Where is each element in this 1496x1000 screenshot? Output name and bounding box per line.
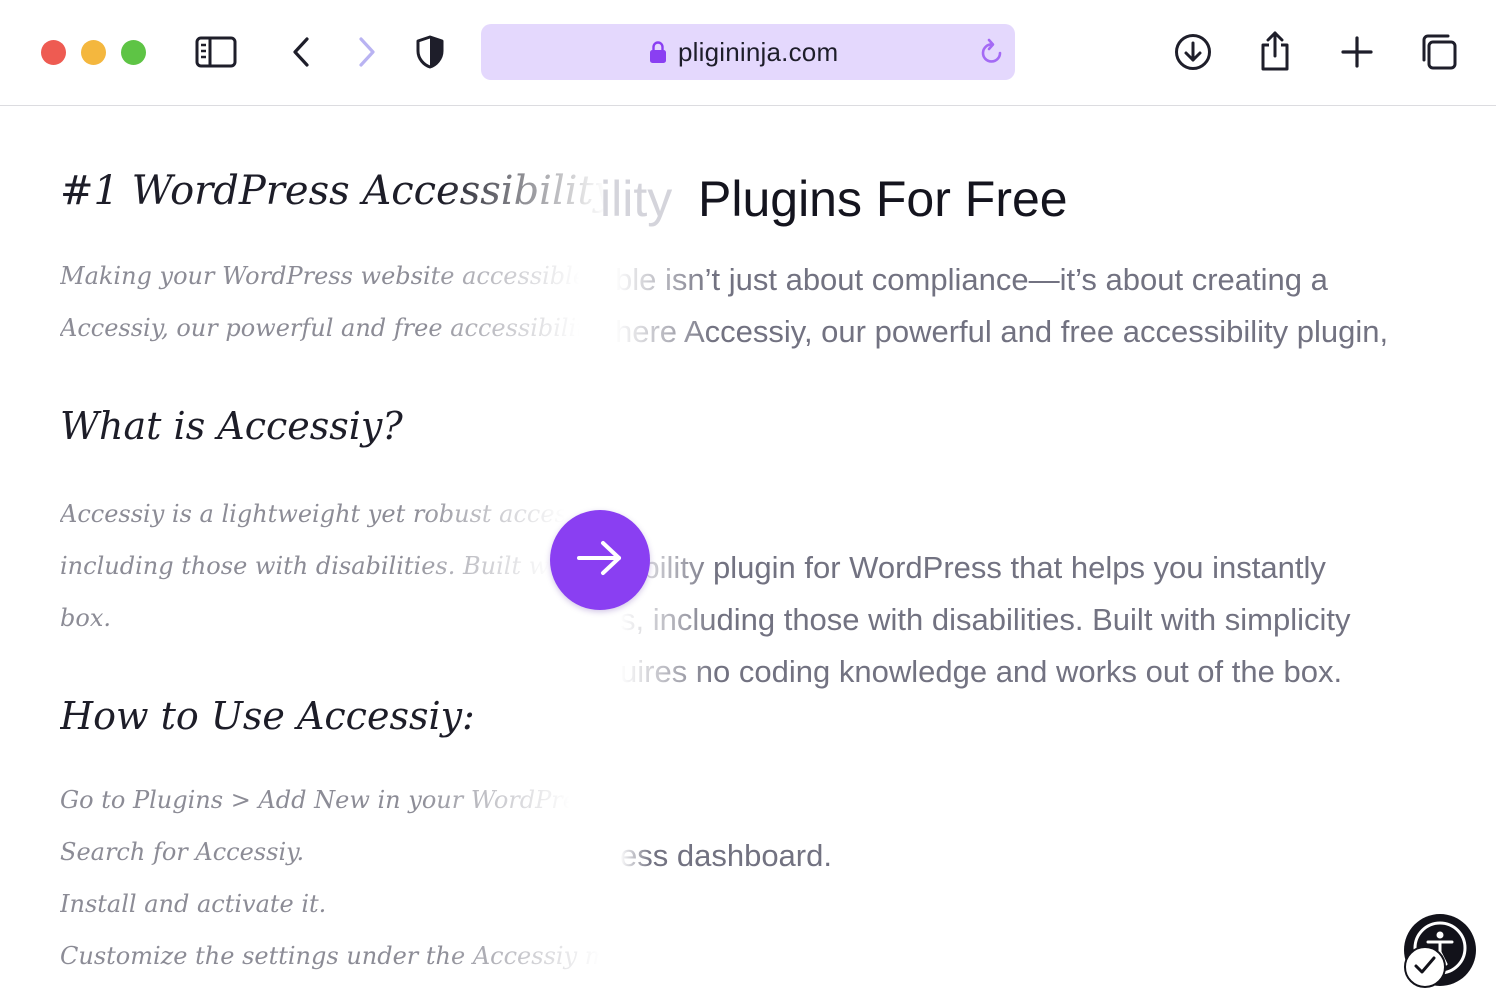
url-text: pligininja.com [678,37,839,67]
page-title: Plugins For Free [698,171,1068,227]
what-line-2: s, including those with disabilities. Bu… [620,602,1351,637]
sidebar-icon[interactable] [194,33,238,71]
next-arrow-button[interactable] [550,510,650,610]
browser-toolbar: pligininja.com [0,0,1496,106]
accessibility-status-badge [1404,946,1446,988]
what-script-line-2: including those with disabilities. Built… [60,552,550,580]
new-tab-icon[interactable] [1338,33,1376,71]
share-icon[interactable] [1256,29,1294,73]
what-script-line-1: Accessiy is a lightweight yet robust acc… [60,500,565,528]
reload-icon[interactable] [979,38,1005,71]
maximize-window-button[interactable] [121,40,146,65]
close-window-button[interactable] [41,40,66,65]
what-script-line-3: box. [60,604,111,632]
arrow-right-icon [575,538,625,583]
page-title-faded: ility [600,171,673,227]
howto-step-3: Install and activate it. [60,890,327,918]
shield-icon[interactable] [412,33,448,71]
intro-script-line-2: Accessiy, our powerful and free accessib… [60,314,580,342]
what-line-3: uires no coding knowledge and works out … [620,654,1343,689]
intro-line-1: ble isn’t just about compliance—it’s abo… [615,262,1328,297]
howto-heading: How to Use Accessiy: [60,694,475,738]
tabs-icon[interactable] [1418,32,1460,72]
back-icon[interactable] [286,34,316,70]
address-bar[interactable]: pligininja.com [481,24,1015,80]
intro-script-line-1: Making your WordPress website accessible… [60,262,580,290]
howto-step-2: Search for Accessiy. [60,838,305,866]
page-content: #1 WordPress Accessibility ility Plugins… [0,106,1496,1000]
lock-icon [649,40,667,69]
intro-line-2: here Accessiy, our powerful and free acc… [615,314,1389,349]
checkmark-icon [1413,955,1437,980]
howto-step-4: Customize the settings under the Accessi… [60,942,600,970]
download-icon[interactable] [1173,32,1213,72]
what-heading: What is Accessiy? [60,404,403,448]
what-line-1: sibility plugin for WordPress that helps… [620,550,1326,585]
howto-step-1: Go to Plugins > Add New in your WordPres… [60,786,570,814]
minimize-window-button[interactable] [81,40,106,65]
howto-line-1: ess dashboard. [620,838,832,873]
page-title-script: #1 WordPress Accessibility [60,168,605,214]
forward-icon[interactable] [352,34,382,70]
